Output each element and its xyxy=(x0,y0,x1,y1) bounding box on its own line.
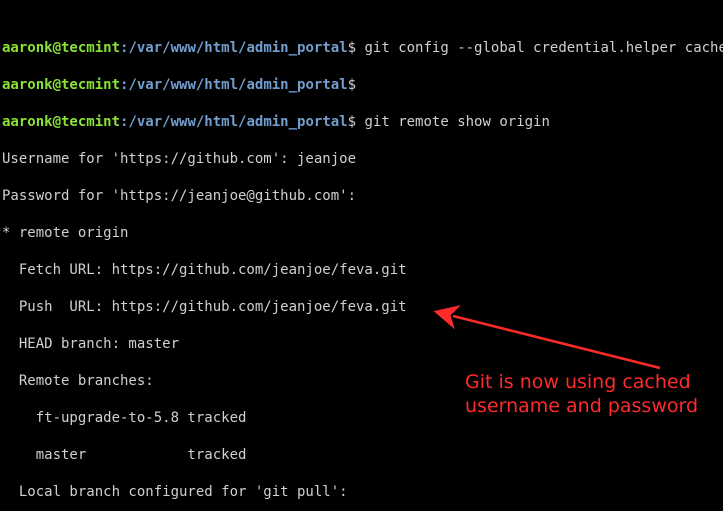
prompt-dollar: $ xyxy=(348,40,356,56)
output-line: Username for 'https://github.com': jeanj… xyxy=(2,150,723,169)
prompt-line: aaronk@tecmint:/var/www/html/admin_porta… xyxy=(2,113,723,132)
output-line: * remote origin xyxy=(2,224,723,243)
output-line: Password for 'https://jeanjoe@github.com… xyxy=(2,187,723,206)
prompt-userhost: aaronk@tecmint xyxy=(2,114,120,130)
prompt-line: aaronk@tecmint:/var/www/html/admin_porta… xyxy=(2,39,723,58)
terminal[interactable]: aaronk@tecmint:/var/www/html/admin_porta… xyxy=(0,0,723,511)
prompt-path: /var/www/html/admin_portal xyxy=(128,40,347,56)
output-line: Fetch URL: https://github.com/jeanjoe/fe… xyxy=(2,261,723,280)
annotation-line: username and password xyxy=(465,394,698,418)
output-line: Local branch configured for 'git pull': xyxy=(2,483,723,502)
command: git config --global credential.helper ca… xyxy=(364,40,723,56)
output-line: HEAD branch: master xyxy=(2,335,723,354)
annotation-text: Git is now using cached username and pas… xyxy=(465,370,698,418)
prompt-dollar: $ xyxy=(348,114,356,130)
output-line: Push URL: https://github.com/jeanjoe/fev… xyxy=(2,298,723,317)
prompt-dollar: $ xyxy=(348,77,356,93)
prompt-line: aaronk@tecmint:/var/www/html/admin_porta… xyxy=(2,76,723,95)
prompt-path: /var/www/html/admin_portal xyxy=(128,77,347,93)
output-line: master tracked xyxy=(2,446,723,465)
prompt-userhost: aaronk@tecmint xyxy=(2,40,120,56)
command: git remote show origin xyxy=(364,114,549,130)
prompt-path: /var/www/html/admin_portal xyxy=(128,114,347,130)
prompt-userhost: aaronk@tecmint xyxy=(2,77,120,93)
annotation-line: Git is now using cached xyxy=(465,370,698,394)
